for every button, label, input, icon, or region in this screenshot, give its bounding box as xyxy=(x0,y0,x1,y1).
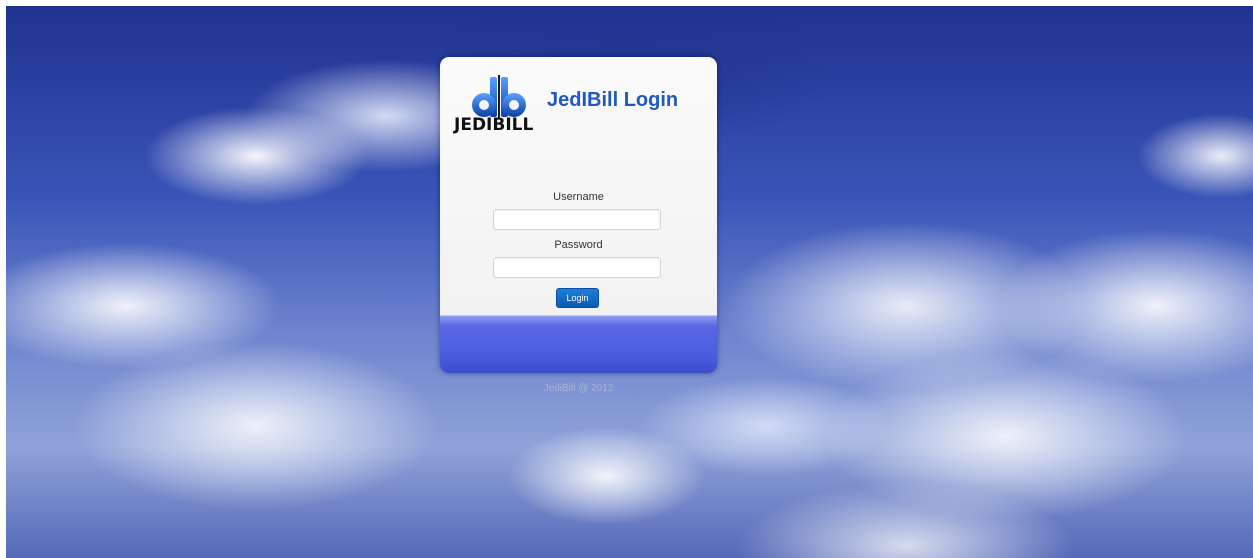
logo-wordmark: JEDIBILL xyxy=(454,115,534,135)
login-button[interactable]: Login xyxy=(556,288,599,308)
password-input[interactable] xyxy=(493,257,661,278)
cloud-background: JEDIBILL JedIBill Login Username Passwor… xyxy=(6,6,1253,558)
jedibill-logo: JEDIBILL xyxy=(454,75,550,137)
login-card-body: JEDIBILL JedIBill Login Username Passwor… xyxy=(440,57,717,315)
password-label: Password xyxy=(554,239,603,251)
username-input[interactable] xyxy=(493,209,661,230)
page-title: JedIBill Login xyxy=(547,89,679,111)
copyright-text: JediBill @ 2012 xyxy=(543,383,614,394)
jedibill-logo-icon xyxy=(472,75,526,119)
username-label: Username xyxy=(553,191,604,203)
login-card-footer-band xyxy=(440,315,717,373)
login-card: JEDIBILL JedIBill Login Username Passwor… xyxy=(440,57,717,373)
